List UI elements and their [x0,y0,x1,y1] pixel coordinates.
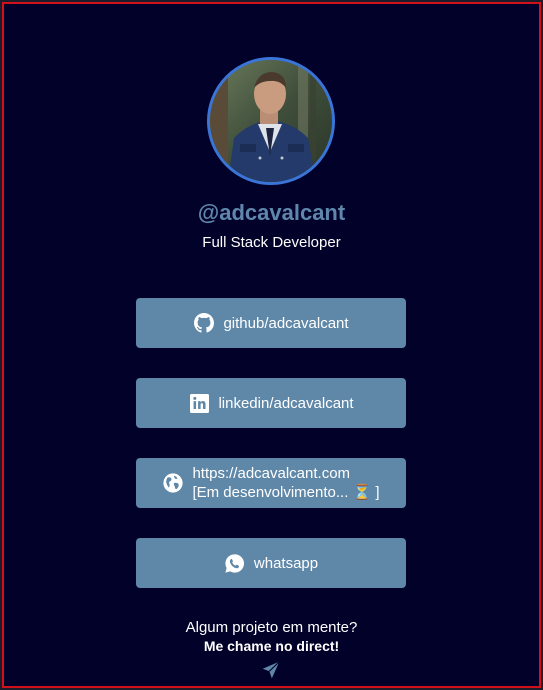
website-link-status: [Em desenvolvimento... ⏳ ] [192,484,380,501]
whatsapp-link-label: whatsapp [253,554,319,572]
cta-question: Algum projeto em mente? [185,619,358,636]
website-link-button[interactable]: https://adcavalcant.com [Em desenvolvime… [136,458,406,508]
website-link-url: https://adcavalcant.com [192,465,351,482]
profile-role: Full Stack Developer [202,234,341,251]
whatsapp-link-button[interactable]: whatsapp [136,538,406,588]
page-frame: @adcavalcant Full Stack Developer github… [0,0,543,690]
cta-direct-link[interactable]: Me chame no direct! [4,637,539,655]
linkedin-icon [188,392,210,414]
github-icon [193,312,215,334]
send-icon[interactable] [261,660,281,680]
github-link-button[interactable]: github/adcavalcant [136,298,406,348]
profile-handle: @adcavalcant [197,200,346,225]
whatsapp-icon [224,552,246,574]
linkedin-link-label: linkedin/adcavalcant [218,394,354,412]
contact-cta: Algum projeto em mente? Me chame no dire… [4,619,539,655]
github-link-label: github/adcavalcant [223,314,349,332]
avatar [207,57,335,185]
globe-icon [162,472,184,494]
linkedin-link-button[interactable]: linkedin/adcavalcant [136,378,406,428]
linktree-card: @adcavalcant Full Stack Developer github… [2,2,541,688]
avatar-photo [210,60,332,182]
